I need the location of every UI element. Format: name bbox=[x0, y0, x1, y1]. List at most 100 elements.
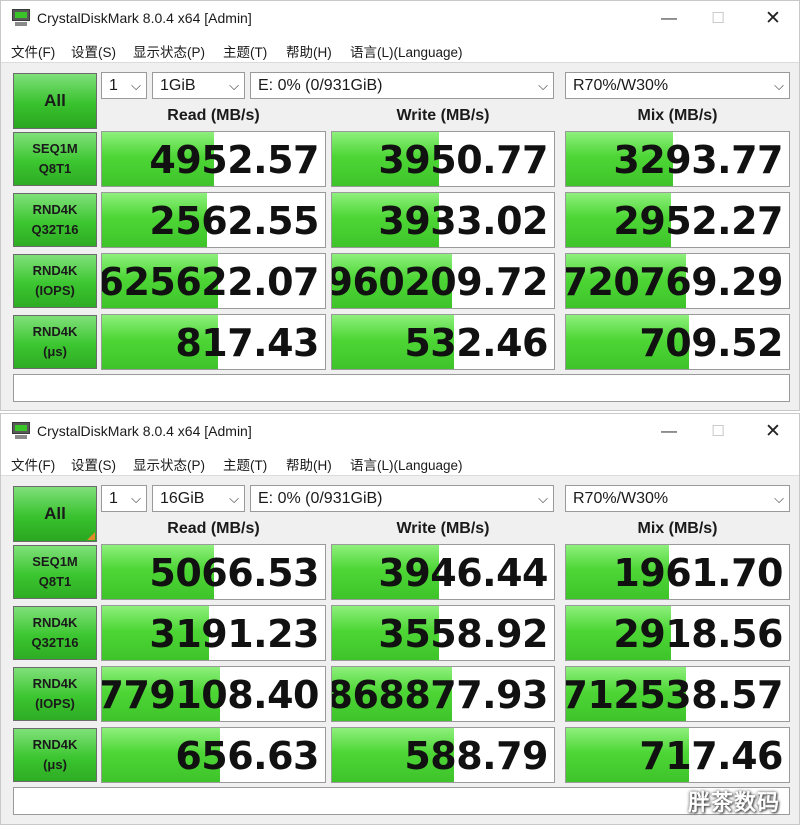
write-result-cell: 3933.02 bbox=[331, 192, 555, 248]
test-param-label: (μs) bbox=[43, 344, 67, 359]
test-row-button[interactable]: RND4K Q32T16 bbox=[13, 606, 97, 660]
test-name-label: RND4K bbox=[32, 676, 78, 691]
menu-file[interactable]: 文件(F) bbox=[11, 41, 55, 61]
read-column-header: Read (MB/s) bbox=[167, 520, 260, 537]
close-button[interactable]: ✕ bbox=[753, 7, 793, 31]
benchmark-panel: All 1 ⌵ 1GiB ⌵ E: 0% (0/931GiB) ⌵ R70%/W30%… bbox=[1, 62, 799, 410]
test-row-button[interactable]: SEQ1M Q8T1 bbox=[13, 545, 97, 599]
run-all-button[interactable]: All bbox=[13, 486, 97, 542]
mix-result-cell: 712538.57 bbox=[565, 666, 790, 722]
test-count-select[interactable]: 1 ⌵ bbox=[101, 485, 147, 512]
mix-result-value: 2952.27 bbox=[613, 199, 783, 243]
read-result-cell: 625622.07 bbox=[101, 253, 326, 309]
test-row-button[interactable]: RND4K (IOPS) bbox=[13, 667, 97, 721]
test-row-button[interactable]: SEQ1M Q8T1 bbox=[13, 132, 97, 186]
test-size-value: 16GiB bbox=[160, 490, 205, 507]
read-result-value: 779108.40 bbox=[101, 673, 320, 717]
run-all-label: All bbox=[44, 91, 66, 110]
chevron-down-icon: ⌵ bbox=[774, 78, 784, 93]
mix-mode-value: R70%/W30% bbox=[573, 77, 669, 94]
drive-value: E: 0% (0/931GiB) bbox=[258, 77, 383, 94]
read-result-value: 4952.57 bbox=[149, 138, 319, 182]
read-result-cell: 817.43 bbox=[101, 314, 326, 370]
menu-settings[interactable]: 设置(S) bbox=[71, 41, 116, 61]
title-bar[interactable]: CrystalDiskMark 8.0.4 x64 [Admin] — ☐ ✕ bbox=[1, 414, 799, 450]
read-result-value: 625622.07 bbox=[101, 260, 320, 304]
mix-result-cell: 2952.27 bbox=[565, 192, 790, 248]
test-name-label: RND4K bbox=[32, 737, 78, 752]
mix-result-cell: 2918.56 bbox=[565, 605, 790, 661]
read-result-value: 817.43 bbox=[175, 321, 319, 365]
comment-field[interactable] bbox=[13, 787, 790, 815]
mix-result-value: 712538.57 bbox=[565, 673, 784, 717]
read-column-header: Read (MB/s) bbox=[167, 107, 260, 124]
test-name-label: SEQ1M bbox=[32, 554, 78, 569]
write-column-header: Write (MB/s) bbox=[396, 107, 490, 124]
menu-display-status[interactable]: 显示状态(P) bbox=[133, 41, 205, 61]
drive-select[interactable]: E: 0% (0/931GiB) ⌵ bbox=[250, 72, 554, 99]
write-result-cell: 868877.93 bbox=[331, 666, 555, 722]
menu-language[interactable]: 语言(L)(Language) bbox=[350, 454, 463, 474]
write-result-value: 868877.93 bbox=[331, 673, 549, 717]
read-result-value: 2562.55 bbox=[149, 199, 319, 243]
mix-result-value: 720769.29 bbox=[565, 260, 784, 304]
mix-result-cell: 709.52 bbox=[565, 314, 790, 370]
drive-select[interactable]: E: 0% (0/931GiB) ⌵ bbox=[250, 485, 554, 512]
minimize-button[interactable]: — bbox=[649, 7, 689, 31]
test-row-button[interactable]: RND4K (μs) bbox=[13, 315, 97, 369]
mix-mode-select[interactable]: R70%/W30% ⌵ bbox=[565, 485, 790, 512]
chevron-down-icon: ⌵ bbox=[774, 491, 784, 506]
read-result-cell: 656.63 bbox=[101, 727, 326, 783]
watermark-text: 胖茶数码 bbox=[688, 791, 781, 816]
menu-help[interactable]: 帮助(H) bbox=[286, 41, 332, 61]
menu-settings[interactable]: 设置(S) bbox=[71, 454, 116, 474]
title-bar[interactable]: CrystalDiskMark 8.0.4 x64 [Admin] — ☐ ✕ bbox=[1, 1, 799, 37]
write-result-value: 3558.92 bbox=[378, 612, 548, 656]
write-column-header: Write (MB/s) bbox=[396, 520, 490, 537]
write-result-cell: 3558.92 bbox=[331, 605, 555, 661]
menu-file[interactable]: 文件(F) bbox=[11, 454, 55, 474]
read-result-cell: 5066.53 bbox=[101, 544, 326, 600]
write-result-cell: 960209.72 bbox=[331, 253, 555, 309]
test-count-select[interactable]: 1 ⌵ bbox=[101, 72, 147, 99]
menu-theme[interactable]: 主题(T) bbox=[223, 41, 267, 61]
write-result-cell: 3950.77 bbox=[331, 131, 555, 187]
test-row-button[interactable]: RND4K (IOPS) bbox=[13, 254, 97, 308]
menu-language[interactable]: 语言(L)(Language) bbox=[350, 41, 463, 61]
maximize-button[interactable]: ☐ bbox=[698, 420, 738, 444]
test-param-label: Q32T16 bbox=[31, 222, 79, 237]
test-row-button[interactable]: RND4K (μs) bbox=[13, 728, 97, 782]
read-result-cell: 2562.55 bbox=[101, 192, 326, 248]
test-size-select[interactable]: 16GiB ⌵ bbox=[152, 485, 245, 512]
write-result-value: 3946.44 bbox=[378, 551, 548, 595]
close-button[interactable]: ✕ bbox=[753, 420, 793, 444]
write-result-cell: 3946.44 bbox=[331, 544, 555, 600]
read-result-cell: 3191.23 bbox=[101, 605, 326, 661]
chevron-down-icon: ⌵ bbox=[538, 491, 548, 506]
test-name-label: RND4K bbox=[32, 324, 78, 339]
chevron-down-icon: ⌵ bbox=[229, 491, 239, 506]
crystaldiskmark-app-icon bbox=[12, 422, 30, 439]
test-param-label: (IOPS) bbox=[35, 283, 75, 298]
minimize-button[interactable]: — bbox=[649, 420, 689, 444]
write-result-value: 960209.72 bbox=[331, 260, 549, 304]
test-row-button[interactable]: RND4K Q32T16 bbox=[13, 193, 97, 247]
mix-result-value: 717.46 bbox=[639, 734, 783, 778]
chevron-down-icon: ⌵ bbox=[131, 491, 141, 506]
mix-result-cell: 720769.29 bbox=[565, 253, 790, 309]
test-param-label: Q32T16 bbox=[31, 635, 79, 650]
test-param-label: Q8T1 bbox=[38, 574, 72, 589]
mix-mode-value: R70%/W30% bbox=[573, 490, 669, 507]
maximize-button[interactable]: ☐ bbox=[698, 7, 738, 31]
mix-result-cell: 1961.70 bbox=[565, 544, 790, 600]
run-all-button[interactable]: All bbox=[13, 73, 97, 129]
comment-field[interactable] bbox=[13, 374, 790, 402]
window-title: CrystalDiskMark 8.0.4 x64 [Admin] bbox=[37, 10, 252, 26]
menu-theme[interactable]: 主题(T) bbox=[223, 454, 267, 474]
menu-display-status[interactable]: 显示状态(P) bbox=[133, 454, 205, 474]
mix-mode-select[interactable]: R70%/W30% ⌵ bbox=[565, 72, 790, 99]
menu-help[interactable]: 帮助(H) bbox=[286, 454, 332, 474]
test-size-select[interactable]: 1GiB ⌵ bbox=[152, 72, 245, 99]
test-size-value: 1GiB bbox=[160, 77, 196, 94]
test-count-value: 1 bbox=[109, 490, 118, 507]
